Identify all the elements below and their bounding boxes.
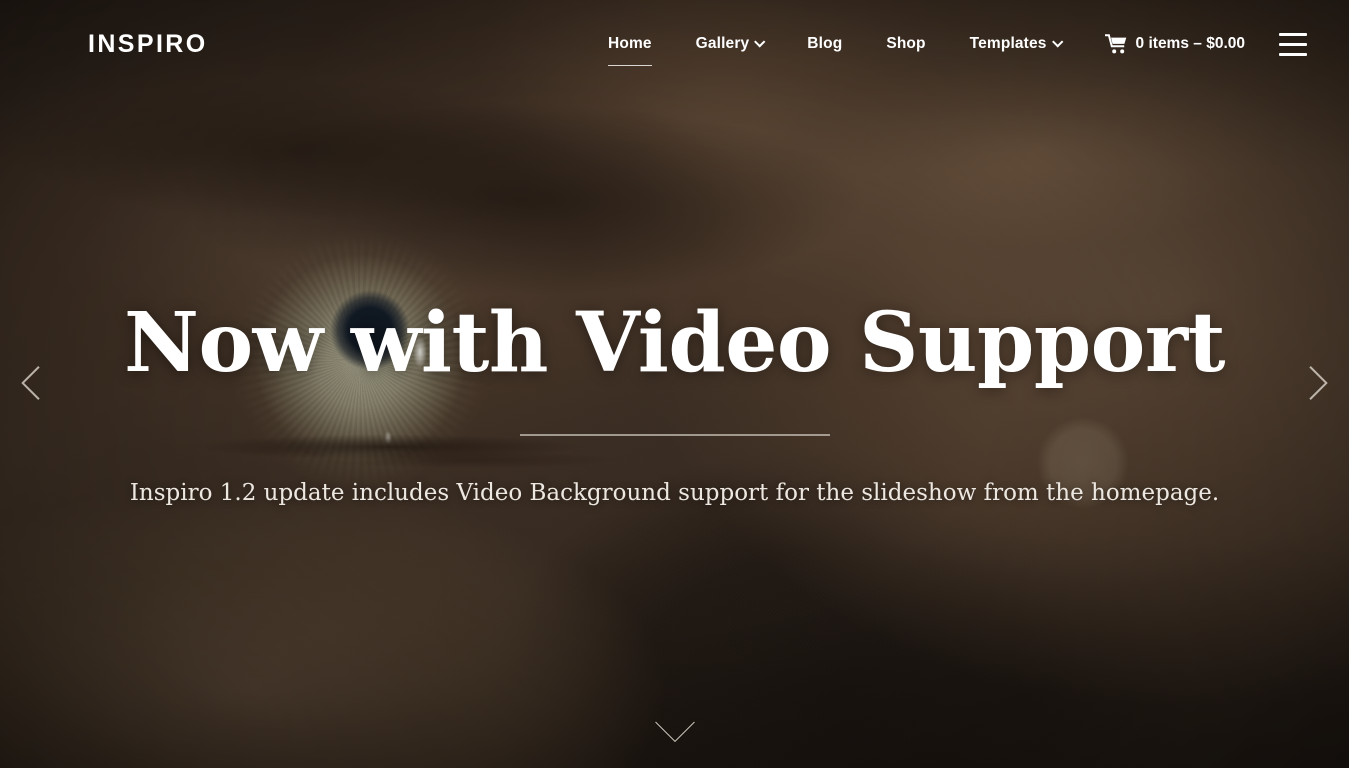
nav-item-gallery[interactable]: Gallery	[674, 35, 786, 53]
nav-item-shop[interactable]: Shop	[864, 35, 947, 53]
nav-item-label: Home	[607, 35, 652, 52]
site-header: INSPIRO Home Gallery Blog Shop Templates	[0, 0, 1349, 88]
nav-item-label: Shop	[886, 35, 926, 52]
scroll-down-button[interactable]	[640, 702, 710, 750]
hamburger-bar	[1279, 42, 1307, 46]
nav-item-home[interactable]: Home	[586, 35, 674, 66]
hero-slideshow: INSPIRO Home Gallery Blog Shop Templates	[0, 0, 1349, 768]
chevron-down-icon	[654, 702, 695, 743]
shopping-cart-icon	[1104, 34, 1126, 54]
primary-navigation: Home Gallery Blog Shop Templates 0 items…	[586, 31, 1309, 66]
next-slide-button[interactable]	[1293, 355, 1337, 411]
slide-subtitle: Inspiro 1.2 update includes Video Backgr…	[129, 480, 1220, 507]
nav-item-label: Gallery	[695, 35, 750, 52]
nav-item-templates[interactable]: Templates	[948, 35, 1083, 53]
nav-item-label: Templates	[969, 35, 1047, 52]
chevron-right-icon	[1293, 366, 1328, 400]
cart-label: 0 items – $0.00	[1135, 35, 1245, 52]
slide-content: Now with Video Support Inspiro 1.2 updat…	[0, 300, 1349, 510]
chevron-down-icon	[1051, 36, 1063, 48]
previous-slide-button[interactable]	[12, 355, 56, 411]
hamburger-menu-icon[interactable]	[1279, 31, 1309, 57]
chevron-down-icon	[754, 36, 766, 48]
nav-item-blog[interactable]: Blog	[785, 35, 864, 53]
hamburger-bar	[1279, 52, 1307, 56]
cart-link[interactable]: 0 items – $0.00	[1083, 34, 1263, 54]
nav-item-label: Blog	[807, 35, 843, 52]
slide-divider	[519, 434, 830, 437]
active-nav-underline	[607, 64, 652, 66]
chevron-left-icon	[21, 366, 56, 400]
hamburger-bar	[1279, 32, 1307, 36]
site-logo[interactable]: INSPIRO	[88, 30, 208, 59]
slide-title: Now with Video Support	[124, 295, 1225, 391]
